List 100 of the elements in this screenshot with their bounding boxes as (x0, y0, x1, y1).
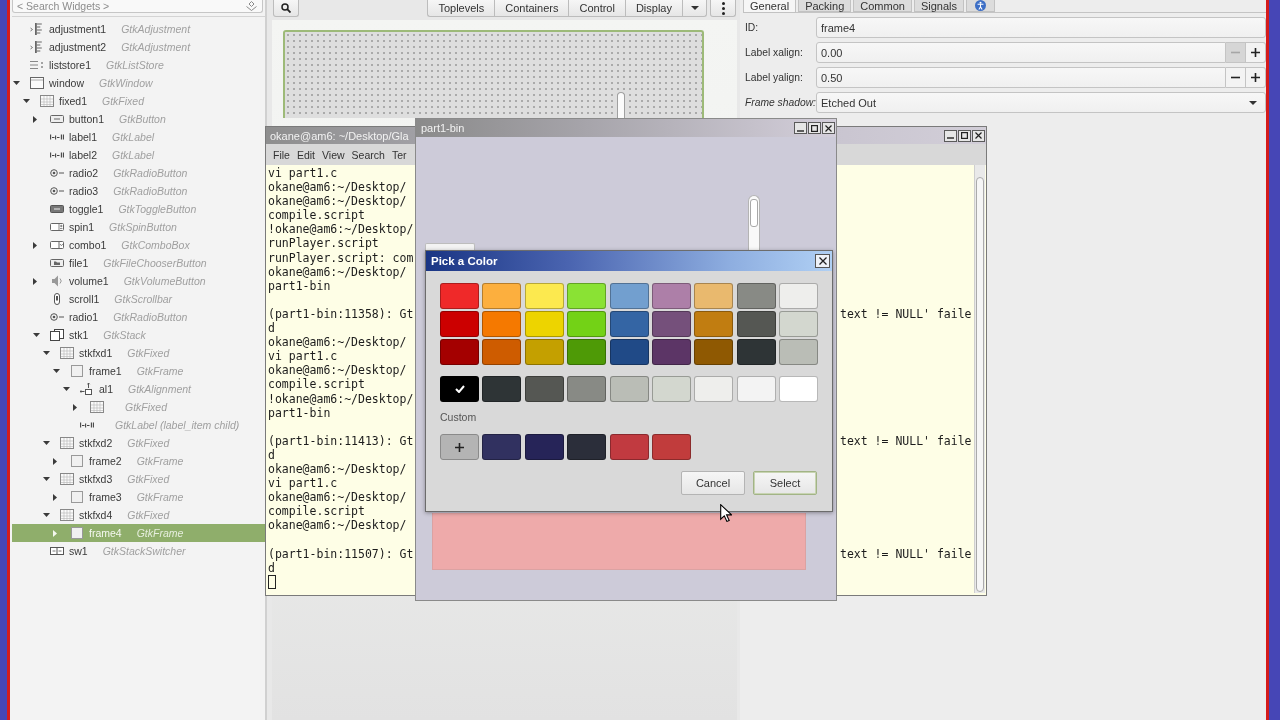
tree-item[interactable]: window GtkWindow (12, 74, 265, 92)
chevron-icon[interactable] (246, 1, 257, 11)
tree-item[interactable]: label1 GtkLabel (12, 128, 265, 146)
expander-icon[interactable] (73, 403, 77, 411)
minimize-button[interactable] (944, 129, 957, 142)
color-swatch[interactable] (567, 311, 607, 337)
spin-field[interactable]: 0.50 (816, 67, 1226, 88)
tree-item[interactable]: radio3 GtkRadioButton (12, 182, 265, 200)
category-button[interactable]: Control (568, 0, 625, 17)
tree-item[interactable]: fixed1 GtkFixed (12, 92, 265, 110)
tree-item[interactable]: al1 GtkAlignment (12, 380, 265, 398)
color-swatch[interactable] (651, 434, 691, 460)
color-swatch[interactable] (567, 434, 607, 460)
expander-icon[interactable] (43, 513, 50, 517)
tree-item[interactable]: adjustment1 GtkAdjustment (12, 20, 265, 38)
color-swatch[interactable] (651, 339, 691, 365)
color-swatch[interactable] (779, 339, 819, 365)
tree-item[interactable]: scroll1 GtkScrollbar (12, 290, 265, 308)
tab[interactable]: Signals (913, 0, 964, 12)
tab[interactable]: General (743, 0, 797, 13)
expander-icon[interactable] (53, 369, 60, 373)
color-swatch[interactable] (694, 283, 734, 309)
scrollbar[interactable] (748, 195, 760, 250)
expander-icon[interactable] (33, 277, 37, 285)
expander-icon[interactable] (43, 441, 50, 445)
increment-button[interactable] (1246, 42, 1266, 63)
menu-item[interactable]: File (273, 148, 290, 161)
color-swatch[interactable] (567, 339, 607, 365)
tree-item[interactable]: frame2 GtkFrame (12, 452, 265, 470)
expander-icon[interactable] (33, 241, 37, 249)
maximize-button[interactable] (808, 122, 821, 134)
dialog-button[interactable]: Cancel (681, 471, 745, 495)
expander-icon[interactable] (13, 81, 20, 85)
close-button[interactable] (815, 254, 830, 268)
color-swatch[interactable] (609, 376, 649, 402)
tree-item[interactable]: stk1 GtkStack (12, 326, 265, 344)
color-swatch[interactable] (779, 311, 819, 337)
tree-item[interactable]: stkfxd2 GtkFixed (12, 434, 265, 452)
add-color-button[interactable] (440, 434, 479, 460)
tree-item[interactable]: stkfxd1 GtkFixed (12, 344, 265, 362)
increment-button[interactable] (1246, 67, 1266, 88)
expander-icon[interactable] (53, 457, 57, 465)
maximize-button[interactable] (958, 129, 971, 142)
tab[interactable]: Common (853, 0, 912, 12)
tree-item[interactable]: file1 GtkFileChooserButton (12, 254, 265, 272)
color-swatch[interactable] (609, 434, 649, 460)
color-swatch[interactable] (567, 283, 607, 309)
decrement-button[interactable] (1226, 67, 1246, 88)
close-button[interactable] (822, 122, 835, 134)
color-swatch[interactable] (524, 311, 564, 337)
color-swatch[interactable] (736, 283, 776, 309)
more-button[interactable] (710, 0, 736, 17)
expander-icon[interactable] (33, 333, 40, 337)
color-swatch[interactable] (736, 339, 776, 365)
expander-icon[interactable] (53, 493, 57, 501)
category-button[interactable]: Display (624, 0, 682, 17)
color-swatch[interactable] (482, 434, 522, 460)
color-swatch[interactable] (609, 339, 649, 365)
tree-item[interactable]: spin1 GtkSpinButton (12, 218, 265, 236)
color-swatch[interactable] (651, 311, 691, 337)
tree-item[interactable]: frame3 GtkFrame (12, 488, 265, 506)
color-swatch[interactable] (482, 339, 522, 365)
color-swatch[interactable] (694, 311, 734, 337)
dialog-button[interactable]: Select (753, 471, 817, 495)
expander-icon[interactable] (33, 115, 37, 123)
color-swatch[interactable] (779, 376, 819, 402)
color-swatch[interactable] (567, 376, 607, 402)
color-swatch[interactable] (440, 283, 479, 309)
color-swatch[interactable] (440, 339, 479, 365)
scrollbar-preview[interactable] (617, 92, 625, 118)
tree-item[interactable]: liststore1 GtkListStore (12, 56, 265, 74)
tab[interactable] (966, 0, 995, 12)
tab[interactable]: Packing (798, 0, 852, 12)
spin-field[interactable]: 0.00 (816, 42, 1226, 63)
expander-icon[interactable] (43, 477, 50, 481)
color-swatch[interactable] (736, 311, 776, 337)
category-button[interactable]: Toplevels (427, 0, 495, 17)
text-field[interactable]: frame4 (816, 17, 1266, 38)
menu-item[interactable]: Ter (391, 148, 407, 161)
tree-item[interactable]: radio1 GtkRadioButton (12, 308, 265, 326)
tree-item[interactable]: combo1 GtkComboBox (12, 236, 265, 254)
tree-item[interactable]: toggle1 GtkToggleButton (12, 200, 265, 218)
color-swatch[interactable] (651, 376, 691, 402)
tree-item[interactable]: sw1 GtkStackSwitcher (12, 542, 265, 560)
dropdown-button[interactable] (682, 0, 707, 17)
tree-item[interactable]: label2 GtkLabel (12, 146, 265, 164)
color-swatch[interactable] (694, 339, 734, 365)
expander-icon[interactable] (63, 387, 70, 391)
color-swatch[interactable] (440, 376, 479, 402)
color-swatch[interactable] (482, 283, 522, 309)
tree-item[interactable]: stkfxd3 GtkFixed (12, 470, 265, 488)
tree-item[interactable]: adjustment2 GtkAdjustment (12, 38, 265, 56)
color-swatch[interactable] (609, 283, 649, 309)
tree-item[interactable]: frame1 GtkFrame (12, 362, 265, 380)
tree-item[interactable]: button1 GtkButton (12, 110, 265, 128)
color-swatch[interactable] (482, 311, 522, 337)
dropdown[interactable]: Etched Out (816, 92, 1266, 113)
color-swatch[interactable] (440, 311, 479, 337)
search-button[interactable] (273, 0, 299, 17)
color-swatch[interactable] (524, 339, 564, 365)
